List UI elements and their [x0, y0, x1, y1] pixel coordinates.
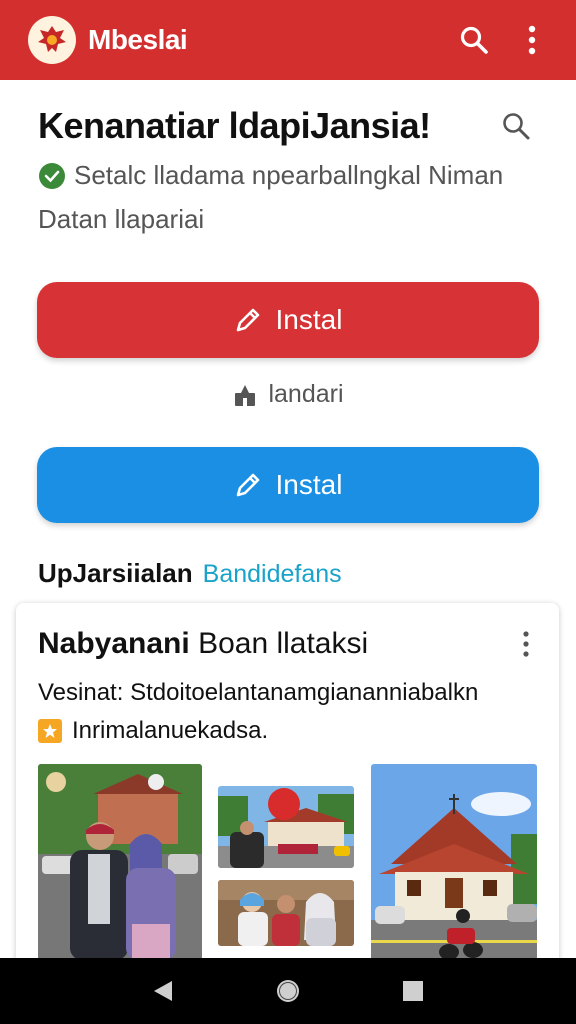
pencil-icon	[236, 308, 259, 332]
subtitle: Setalc lladama npearballngkal Niman	[38, 160, 548, 191]
card-note-text: Inrimalanuekadsa.	[72, 717, 269, 744]
card-title-rest: Boan llataksi	[198, 627, 369, 660]
family-photo[interactable]	[218, 880, 354, 946]
card-note: Inrimalanuekadsa.	[38, 717, 268, 745]
install-label: Instal	[275, 304, 343, 335]
search-icon	[460, 26, 488, 54]
building-photo[interactable]	[371, 764, 537, 960]
shield-check-icon	[39, 162, 65, 189]
install-button-primary[interactable]: Instal	[37, 282, 539, 358]
header: Kenanatiar ldapiJansia!	[38, 104, 538, 148]
back-icon	[153, 981, 172, 1001]
couple-photo[interactable]	[38, 764, 202, 960]
card-title: Nabyanani Boan llataksi	[38, 627, 368, 661]
home-icon	[276, 980, 299, 1002]
card-description: Vesinat: Stdoitoelantanamgiananniabalkn	[38, 679, 479, 706]
info-card: Nabyanani Boan llataksi Vesinat: Stdoito…	[16, 603, 559, 983]
subtitle-text: Setalc lladama npearballngkal Niman	[74, 160, 504, 190]
section-link[interactable]: Bandidefans	[203, 560, 342, 589]
home-outline-icon	[235, 384, 256, 406]
middle-link[interactable]: landari	[0, 380, 576, 409]
ceremony-photo[interactable]	[218, 786, 354, 868]
middle-link-label: landari	[268, 380, 344, 408]
app-bar: Mbeslai	[0, 0, 576, 80]
app-title: Mbeslai	[88, 24, 188, 55]
install-label: Instal	[275, 469, 343, 500]
more-vert-icon	[528, 25, 536, 55]
overflow-menu-button[interactable]	[510, 18, 554, 62]
search-button[interactable]	[452, 18, 496, 62]
pencil-icon	[236, 473, 259, 497]
navigation-bar	[0, 958, 576, 1024]
page-search-button[interactable]	[494, 104, 538, 148]
install-button-secondary[interactable]: Instal	[37, 447, 539, 523]
page-title: Kenanatiar ldapiJansia!	[38, 105, 431, 146]
home-button[interactable]	[266, 969, 310, 1013]
card-title-bold: Nabyanani	[38, 627, 190, 660]
more-vert-icon	[523, 631, 529, 657]
subtitle-line2: Datan llapariai	[38, 204, 205, 234]
section-title: UpJarsiialan	[38, 558, 193, 588]
recents-button[interactable]	[391, 969, 435, 1013]
garuda-emblem-icon	[28, 16, 76, 64]
recents-icon	[403, 981, 424, 1001]
card-menu-button[interactable]	[511, 627, 541, 661]
star-icon	[38, 719, 62, 743]
section-header: UpJarsiialan Bandidefans	[38, 558, 342, 589]
back-button[interactable]	[141, 969, 185, 1013]
search-icon	[503, 113, 530, 140]
